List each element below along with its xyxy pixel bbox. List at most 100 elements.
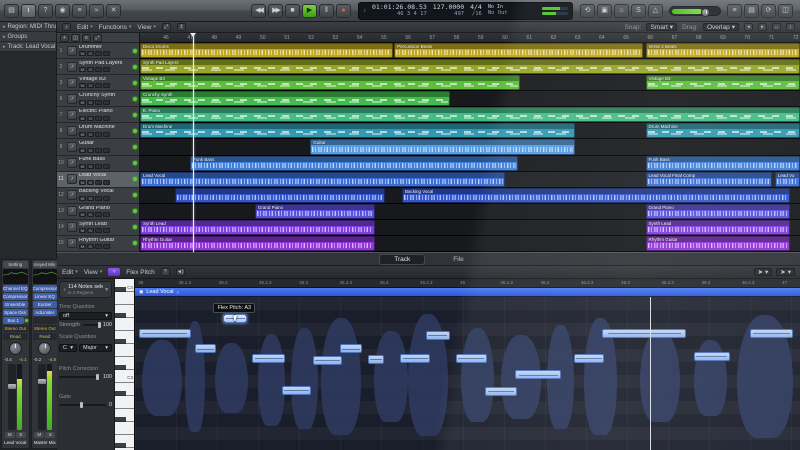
cycle-icon[interactable]: ⟲ <box>580 4 595 18</box>
solo-button[interactable]: S <box>87 212 94 217</box>
solo-icon[interactable]: S <box>631 4 646 18</box>
send-slot-bus-1[interactable]: Bus 1 <box>3 317 24 324</box>
master-volume-slider[interactable] <box>669 6 721 16</box>
solo-button[interactable]: S <box>87 196 94 201</box>
inspector-toggle-icon[interactable]: i <box>21 4 36 18</box>
left-click-tool-menu[interactable]: ➤▾ <box>754 268 773 276</box>
input-monitor-button[interactable] <box>103 67 110 72</box>
list-editors-icon[interactable]: ≡ <box>727 4 742 18</box>
selection-header[interactable]: ♪ 114 Notes sele… in 2 Regions ▾ <box>59 281 112 298</box>
solo-button[interactable]: S <box>87 228 94 233</box>
bar-ruler[interactable]: 4647484950515253545556575859606162636465… <box>140 33 800 43</box>
disclosure-triangle-icon[interactable]: ▸ <box>3 44 6 50</box>
region-vintage-b3[interactable]: Vintage B3 <box>140 75 520 90</box>
lcd-display[interactable]: ♪ 01:01:26.08.53 46 3 4 17 127.0000 497 … <box>358 2 573 20</box>
input-monitor-button[interactable] <box>103 180 110 185</box>
editor-beat-ruler[interactable]: 4545.1.345.245.2.345.345.3.345.445.4.346… <box>135 279 800 288</box>
input-monitor-button[interactable] <box>103 212 110 217</box>
record-enable-button[interactable] <box>95 51 102 56</box>
mute-button[interactable]: M <box>79 51 86 56</box>
add-track-button[interactable]: + <box>60 34 69 42</box>
region-lead-vocal-final-comp[interactable]: Lead Vocal Final Comp <box>646 172 773 187</box>
input-monitor-button[interactable] <box>103 132 110 137</box>
browsers-icon[interactable]: ◫ <box>778 4 793 18</box>
flex-pitch-canvas[interactable]: 4545.1.345.245.2.345.345.3.345.445.4.346… <box>135 279 800 450</box>
region-funk-bass[interactable]: Funk Bass <box>646 156 800 171</box>
mute-button[interactable]: M <box>79 100 86 105</box>
pitch-correction-slider[interactable]: 100 <box>59 374 112 380</box>
output-slot[interactable]: Stereo Out <box>33 325 58 332</box>
playhead[interactable] <box>193 33 194 252</box>
record-enable-button[interactable] <box>95 244 102 249</box>
region-verse-2-beats[interactable]: Verse 2 Beats <box>646 43 800 58</box>
flex-mode-icon[interactable]: ≈ <box>108 268 120 276</box>
nudge-right-icon[interactable]: ▸ <box>758 23 767 31</box>
flex-pitch-note[interactable] <box>456 354 487 363</box>
record-enable-button[interactable] <box>95 100 102 105</box>
mute-button[interactable]: M <box>79 132 86 137</box>
region-synth-lead[interactable]: Synth Lead <box>140 220 375 235</box>
volume-fader[interactable] <box>33 363 58 431</box>
track-header-lead-vocal[interactable]: 11♪Lead VocalMS <box>57 172 139 188</box>
solo-button[interactable]: S <box>87 83 94 88</box>
record-enable-button[interactable] <box>95 116 102 121</box>
editor-playhead[interactable] <box>650 297 651 450</box>
inspector-section-groups[interactable]: ▸Groups <box>0 32 56 42</box>
track-header-drum-machine[interactable]: 8♪Drum MachineMS <box>57 123 139 139</box>
flex-pitch-note[interactable] <box>694 352 731 361</box>
arrange-menu-functions[interactable]: Functions▾ <box>99 24 132 31</box>
snap-dropdown[interactable]: Smart▾ <box>646 23 677 31</box>
strength-slider[interactable]: Strength 100 <box>59 322 112 328</box>
solo-button[interactable]: S <box>87 244 94 249</box>
record-enable-button[interactable] <box>95 212 102 217</box>
plugin-slot-space-dsn[interactable]: Space Dsn <box>3 309 28 316</box>
monitor-icon[interactable]: ◄) <box>176 268 185 276</box>
region-guitar[interactable]: Guitar <box>310 139 575 154</box>
input-monitor-button[interactable] <box>103 164 110 169</box>
plugin-slot-channel-eq[interactable]: Channel EQ <box>3 285 28 292</box>
track-lane-synth-lead[interactable]: Synth LeadSynth Lead <box>140 220 800 236</box>
fader-handle[interactable] <box>8 384 16 389</box>
drag-dropdown[interactable]: Overlap▾ <box>703 23 739 31</box>
plugin-slot-adlimiter[interactable]: AdLimiter <box>33 309 58 316</box>
flex-pitch-note[interactable] <box>313 356 343 365</box>
auto-zoom-icon[interactable]: ⤢ <box>162 23 171 31</box>
scale-mode-dropdown[interactable]: Major▾ <box>79 344 112 352</box>
record-enable-button[interactable] <box>95 196 102 201</box>
plugin-slot-linear-eq[interactable]: Linear EQ <box>33 293 58 300</box>
record-enable-button[interactable] <box>95 132 102 137</box>
solo-button[interactable]: S <box>87 164 94 169</box>
mute-button[interactable]: M <box>5 432 15 438</box>
smart-controls-icon[interactable]: ◉ <box>55 4 70 18</box>
region-collapse-icon[interactable]: ▣ <box>139 289 143 295</box>
solo-button[interactable]: S <box>87 51 94 56</box>
flex-pitch-content[interactable]: Flex Pitch: A3 <box>135 297 800 450</box>
eq-thumbnail[interactable] <box>3 269 28 284</box>
region-vintage-b3[interactable]: Vintage B3 <box>646 75 800 90</box>
track-zoom-icon[interactable]: ⤢ <box>93 34 102 42</box>
region-grand-piano[interactable]: Grand Piano <box>646 204 791 219</box>
flex-pitch-note[interactable] <box>750 329 793 338</box>
zoom-v-icon[interactable]: ↕ <box>786 23 795 31</box>
flex-pitch-note[interactable] <box>426 331 449 340</box>
mixer-icon[interactable]: ≡ <box>72 4 87 18</box>
input-monitor-button[interactable] <box>103 244 110 249</box>
region-backing-vocal[interactable] <box>175 188 385 203</box>
channel-setting-button[interactable]: Keyed Mix <box>33 261 58 268</box>
solo-button[interactable]: S <box>87 148 94 153</box>
solo-button[interactable]: S <box>87 180 94 185</box>
zoom-h-icon[interactable]: ↔ <box>772 23 781 31</box>
track-header-crunchy-synth[interactable]: 6♪Crunchy SynthMS <box>57 91 139 107</box>
mute-button[interactable]: M <box>79 164 86 169</box>
mute-button[interactable]: M <box>79 67 86 72</box>
editor-region-header[interactable]: ▣ Lead Vocal ○ <box>135 288 800 297</box>
editors-icon[interactable]: ≈ <box>89 4 104 18</box>
flex-pitch-note[interactable] <box>340 344 361 353</box>
input-monitor-button[interactable] <box>103 51 110 56</box>
arrange-menu-view[interactable]: View▾ <box>137 24 156 31</box>
record-enable-button[interactable] <box>95 164 102 169</box>
duplicate-track-button[interactable]: ◫ <box>71 34 80 42</box>
quick-help-icon[interactable]: ? <box>38 4 53 18</box>
play-button[interactable]: ▶ <box>302 4 317 18</box>
master-volume-knob[interactable] <box>701 8 710 17</box>
